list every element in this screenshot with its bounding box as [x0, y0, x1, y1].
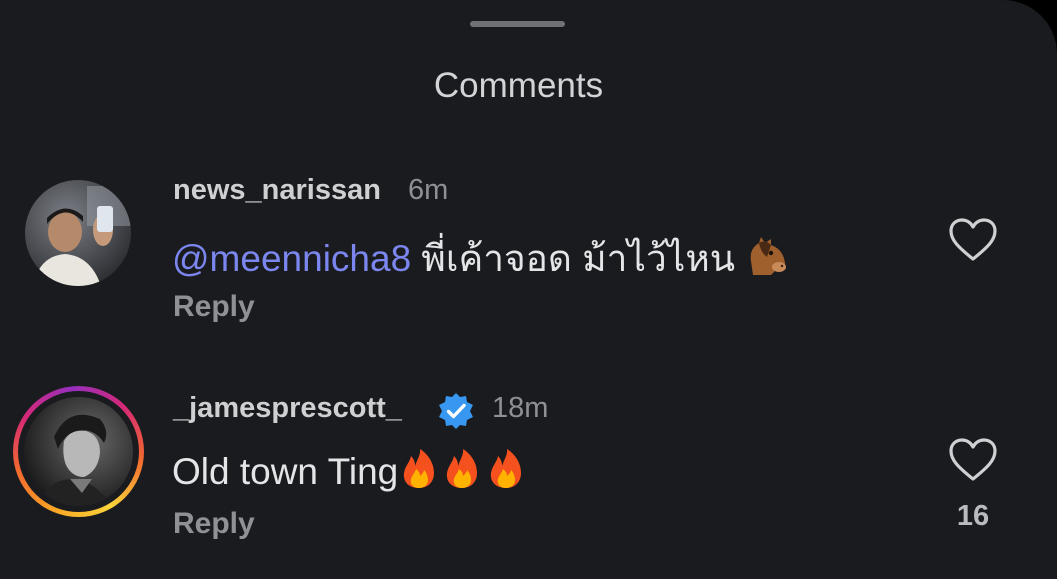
comment-body: พี่เค้าจอด ม้าไว้ไหน: [411, 238, 746, 279]
comment-text: Old town Ting: [172, 448, 528, 499]
fire-icon: [484, 448, 528, 499]
avatar[interactable]: [25, 180, 131, 286]
mention-link[interactable]: @meennicha8: [172, 238, 411, 279]
comment-timestamp: 18m: [492, 392, 549, 424]
fire-icon: [440, 448, 484, 499]
comment-timestamp: 6m: [408, 174, 449, 206]
comment-text: @meennicha8 พี่เค้าจอด ม้าไว้ไหน: [172, 229, 789, 288]
reply-button[interactable]: Reply: [173, 507, 255, 541]
like-count: 16: [956, 500, 990, 532]
sheet-title: Comments: [433, 66, 604, 105]
comment-username[interactable]: _jamesprescott_: [173, 392, 402, 425]
verified-badge-icon: [439, 393, 473, 429]
comment-body: Old town Ting: [172, 451, 399, 492]
heart-outline-icon[interactable]: [948, 437, 998, 483]
avatar[interactable]: [24, 397, 133, 506]
comment-username[interactable]: news_narissan: [173, 174, 381, 207]
drag-handle[interactable]: [470, 21, 565, 27]
horse-face-icon: [745, 235, 789, 286]
heart-outline-icon[interactable]: [948, 217, 998, 263]
comments-sheet: Comments news_narissan 6m @meennicha8 พี…: [0, 0, 1057, 579]
reply-button[interactable]: Reply: [173, 290, 255, 324]
fire-icon: [398, 448, 440, 499]
